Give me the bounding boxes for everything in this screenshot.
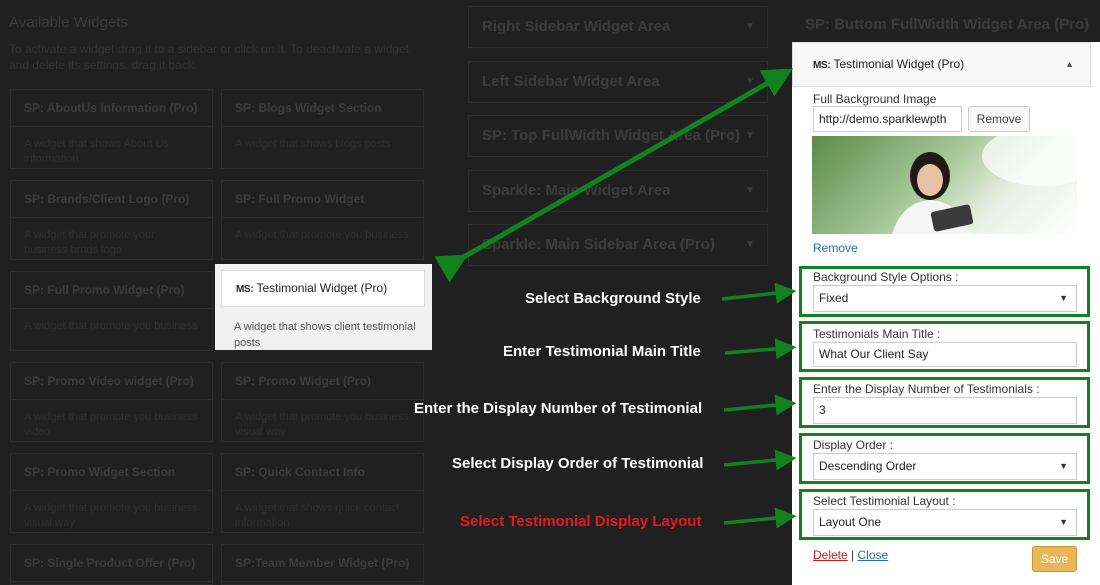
annotation-arrows	[434, 68, 797, 529]
arrow-layout	[723, 507, 797, 529]
arrow-main-title	[724, 338, 797, 360]
drag-arrow	[434, 68, 794, 283]
arrow-bg-style	[721, 282, 797, 304]
arrow-display-order	[723, 449, 797, 471]
arrow-display-number	[723, 394, 797, 416]
